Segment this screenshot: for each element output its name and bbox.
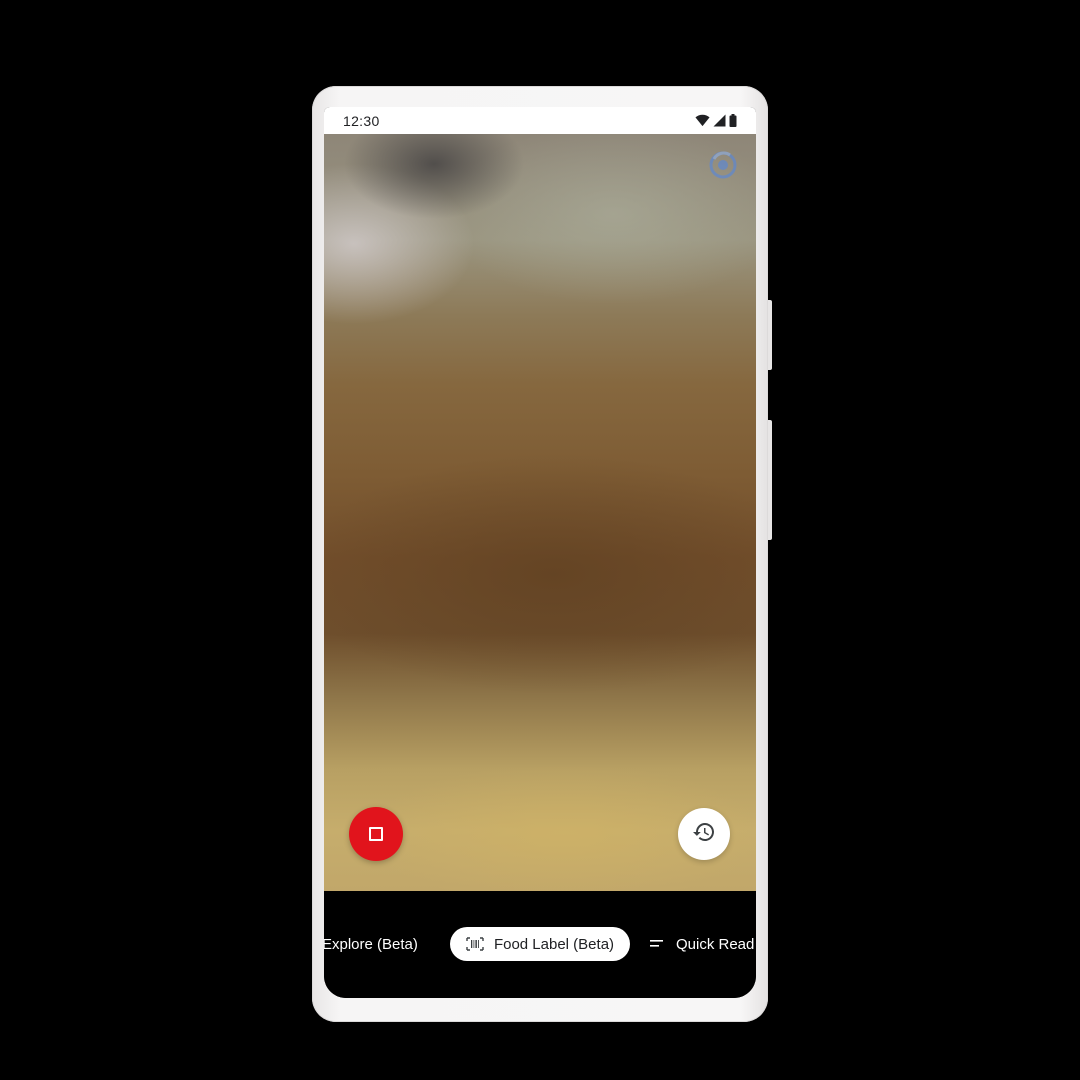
phone-screen: 12:30 Explore (Beta) Food Label (Beta) Q… <box>324 107 756 998</box>
status-time: 12:30 <box>343 113 380 129</box>
status-icons <box>695 114 737 132</box>
history-icon <box>692 820 716 849</box>
signal-icon <box>713 114 726 132</box>
text-lines-icon <box>650 940 664 948</box>
canvas: 12:30 Explore (Beta) Food Label (Beta) Q… <box>0 0 1080 1080</box>
mode-quick-read[interactable]: Quick Read <box>650 927 754 961</box>
history-button[interactable] <box>678 808 730 860</box>
status-bar: 12:30 <box>324 107 756 134</box>
mode-explore[interactable]: Explore (Beta) <box>324 927 418 961</box>
barcode-icon <box>466 937 484 951</box>
mode-quick-read-label: Quick Read <box>676 935 755 953</box>
mode-food-label-text: Food Label (Beta) <box>493 935 615 953</box>
stop-icon <box>369 827 383 841</box>
mode-selector-bar: Explore (Beta) Food Label (Beta) Quick R… <box>324 891 756 998</box>
stop-button[interactable] <box>349 807 403 861</box>
mode-food-label[interactable]: Food Label (Beta) <box>450 927 630 961</box>
battery-icon <box>729 114 737 132</box>
lens-icon[interactable] <box>708 150 738 180</box>
wifi-icon <box>695 114 710 132</box>
power-button <box>768 300 772 370</box>
camera-viewfinder[interactable] <box>324 134 756 891</box>
volume-button <box>768 420 772 540</box>
mode-explore-label: Explore (Beta) <box>324 935 418 953</box>
